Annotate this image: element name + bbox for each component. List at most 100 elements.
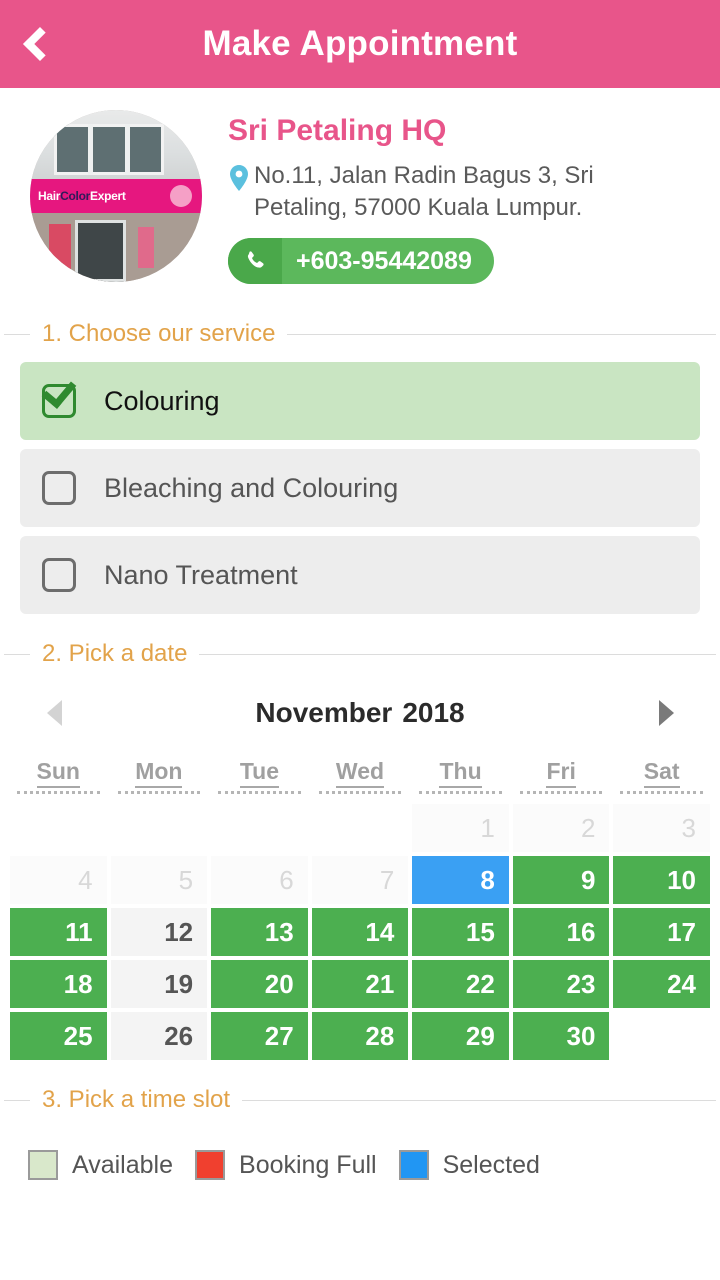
- salon-address-row: No.11, Jalan Radin Bagus 3, Sri Petaling…: [228, 160, 644, 224]
- calendar-day-13[interactable]: 13: [211, 908, 308, 956]
- day-header-underline: [318, 791, 402, 794]
- calendar-cell-empty: [111, 804, 208, 852]
- day-header-sat: Sat: [611, 758, 712, 794]
- calendar-grid: 1 2 3 4 5 6 7 8 9 10 11 12 13 14 15 16 17 18 19 20 21 22 23 24 2…: [0, 804, 720, 1060]
- photo-poster-right: [138, 226, 154, 269]
- calendar-year: 2018: [402, 697, 465, 728]
- calendar-day-19: 19: [110, 960, 208, 1008]
- service-label: Bleaching and Colouring: [104, 472, 399, 503]
- checkbox-unchecked-icon[interactable]: [42, 471, 76, 505]
- calendar-month-label: November 2018: [76, 697, 644, 729]
- day-header-underline: [117, 791, 201, 794]
- photo-sign-text: HairColorExpert: [38, 188, 126, 203]
- section-header-service: 1. Choose our service: [0, 320, 720, 348]
- service-label: Nano Treatment: [104, 559, 298, 590]
- rule-right: [242, 1099, 716, 1101]
- rule-left: [4, 653, 30, 655]
- calendar-day-3: 3: [613, 804, 710, 852]
- photo-window-dividers: [54, 123, 164, 176]
- legend-label: Booking Full: [239, 1150, 377, 1179]
- calendar-day-30[interactable]: 30: [512, 1012, 610, 1060]
- service-option-1[interactable]: Bleaching and Colouring: [20, 449, 700, 527]
- section-label-date: 2. Pick a date: [42, 640, 188, 667]
- section-label-service: 1. Choose our service: [42, 320, 276, 347]
- calendar-day-14[interactable]: 14: [311, 908, 409, 956]
- photo-sign-logo: [170, 184, 192, 207]
- salon-card: HairColorExpert Sri Petaling HQ No.11, J…: [0, 88, 720, 294]
- day-header-label: Fri: [546, 758, 576, 788]
- legend-swatch: [28, 1150, 58, 1180]
- call-phone-button[interactable]: +603-95442089: [228, 238, 494, 284]
- calendar-cell-empty: [10, 804, 107, 852]
- day-header-sun: Sun: [8, 758, 109, 794]
- salon-photo: HairColorExpert: [30, 110, 202, 282]
- phone-icon: [228, 238, 282, 284]
- day-header-label: Wed: [335, 758, 385, 788]
- rule-left: [4, 1099, 30, 1101]
- calendar-day-28[interactable]: 28: [311, 1012, 409, 1060]
- calendar-day-11[interactable]: 11: [10, 908, 107, 956]
- service-label: Colouring: [104, 385, 220, 416]
- checkbox-checked-icon[interactable]: [41, 373, 77, 418]
- triangle-right-icon: [658, 700, 674, 726]
- checkbox-unchecked-icon[interactable]: [42, 558, 76, 592]
- salon-details: Sri Petaling HQ No.11, Jalan Radin Bagus…: [202, 110, 644, 284]
- day-header-underline: [419, 791, 502, 794]
- day-header-underline: [519, 791, 603, 794]
- section-header-timeslot: 3. Pick a time slot: [0, 1086, 720, 1114]
- check-icon: [41, 373, 77, 409]
- service-option-0[interactable]: Colouring: [20, 362, 700, 440]
- map-pin-icon: [228, 164, 254, 197]
- day-header-label: Thu: [439, 758, 482, 788]
- calendar-day-16[interactable]: 16: [512, 908, 610, 956]
- calendar-day-9[interactable]: 9: [512, 856, 610, 904]
- calendar-day-15[interactable]: 15: [412, 908, 509, 956]
- calendar-day-21[interactable]: 21: [311, 960, 409, 1008]
- day-header-thu: Thu: [410, 758, 511, 794]
- photo-poster-left: [48, 223, 72, 282]
- legend-label: Available: [72, 1150, 174, 1179]
- calendar-day-27[interactable]: 27: [211, 1012, 308, 1060]
- calendar-day-1: 1: [412, 804, 509, 852]
- calendar-day-29[interactable]: 29: [412, 1012, 509, 1060]
- calendar-day-2: 2: [512, 804, 610, 852]
- legend-swatch: [398, 1150, 429, 1180]
- legend-item-booking-full: Booking Full: [195, 1150, 385, 1180]
- calendar-day-6: 6: [211, 856, 308, 904]
- legend-swatch: [195, 1150, 226, 1180]
- calendar-day-23[interactable]: 23: [512, 960, 610, 1008]
- day-header-label: Mon: [135, 758, 183, 788]
- calendar-day-8[interactable]: 8: [412, 856, 509, 904]
- calendar-day-18[interactable]: 18: [10, 960, 107, 1008]
- day-header-label: Tue: [239, 758, 280, 788]
- calendar-day-26: 26: [110, 1012, 208, 1060]
- salon-address: No.11, Jalan Radin Bagus 3, Sri Petaling…: [254, 162, 594, 221]
- page-title: Make Appointment: [202, 24, 518, 63]
- calendar-day-5: 5: [110, 856, 208, 904]
- calendar-cell-empty: [312, 804, 409, 852]
- photo-door: [74, 220, 127, 282]
- back-button[interactable]: [0, 0, 72, 88]
- calendar-day-24[interactable]: 24: [613, 960, 710, 1008]
- service-list: Colouring Bleaching and Colouring Nano Tre…: [0, 362, 720, 614]
- calendar-day-4: 4: [10, 856, 107, 904]
- prev-month-button[interactable]: [32, 691, 76, 735]
- calendar-day-17[interactable]: 17: [613, 908, 710, 956]
- service-option-2[interactable]: Nano Treatment: [20, 536, 700, 614]
- rule-left: [4, 333, 30, 335]
- calendar-day-25[interactable]: 25: [10, 1012, 107, 1060]
- day-header-mon: Mon: [109, 758, 210, 794]
- calendar-day-10[interactable]: 10: [613, 856, 710, 904]
- calendar-month: November: [255, 697, 393, 728]
- calendar-nav: November 2018: [0, 682, 720, 744]
- salon-name: Sri Petaling HQ: [228, 114, 447, 147]
- next-month-button[interactable]: [644, 691, 688, 735]
- calendar-day-22[interactable]: 22: [412, 960, 509, 1008]
- day-header-underline: [620, 791, 703, 794]
- phone-number: +603-95442089: [296, 246, 472, 275]
- calendar-day-headers: Sun Mon Tue Wed Thu Fri Sat: [0, 744, 720, 804]
- section-header-date: 2. Pick a date: [0, 640, 720, 668]
- legend-label: Selected: [442, 1150, 540, 1179]
- day-header-fri: Fri: [511, 758, 612, 794]
- calendar-day-20[interactable]: 20: [211, 960, 308, 1008]
